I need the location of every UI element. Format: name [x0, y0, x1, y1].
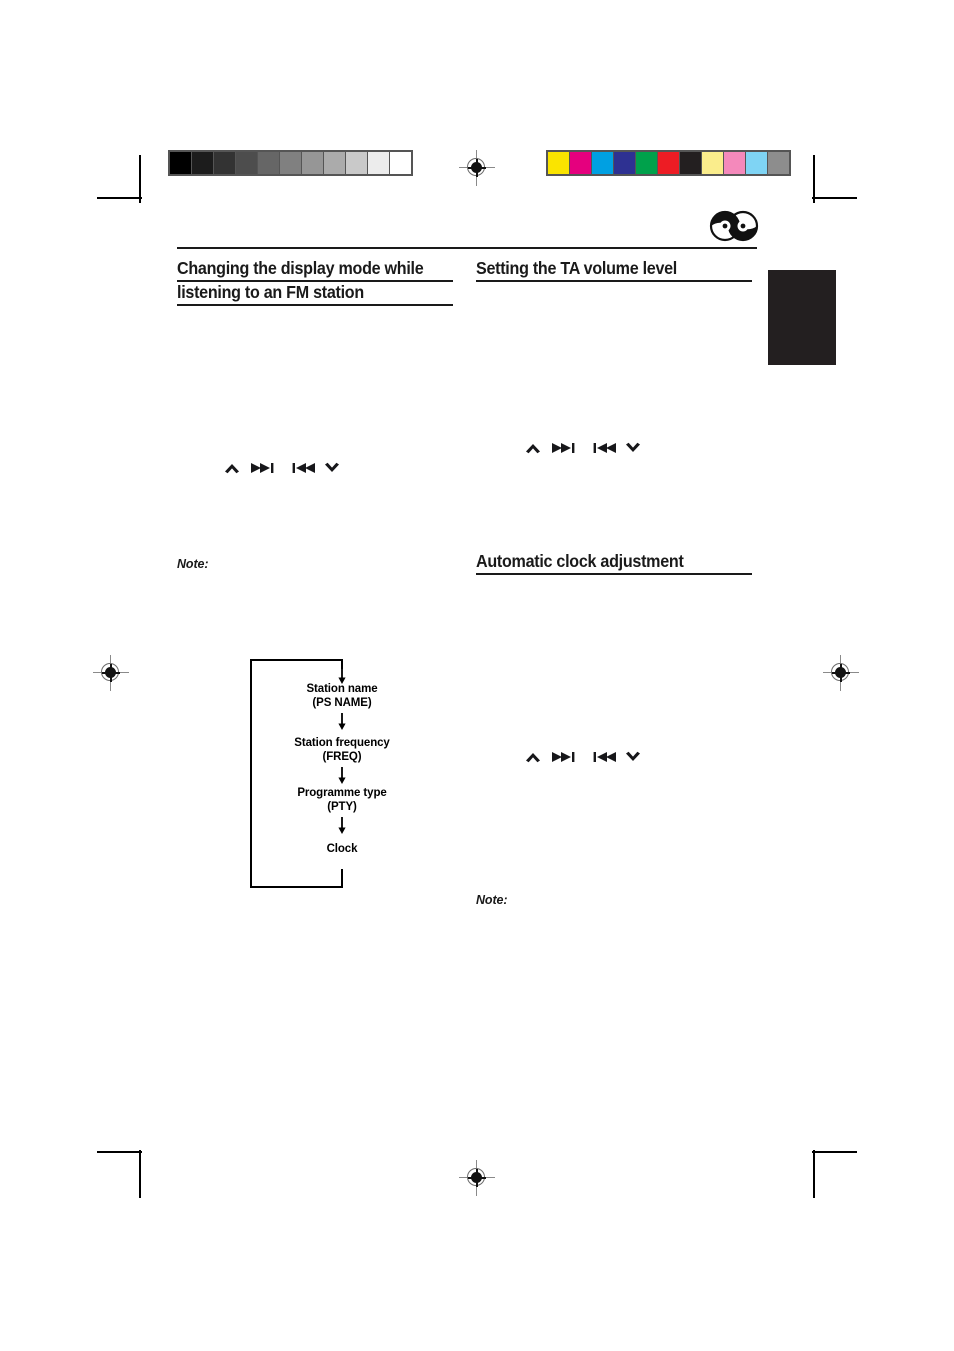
flow-node-line-1: Clock [326, 843, 358, 855]
grayscale-swatch-0 [170, 152, 191, 174]
skip-back-icon [593, 443, 616, 453]
grayscale-swatch-7 [324, 152, 345, 174]
crop-mark-top-left-horizontal [97, 197, 142, 199]
arrow-down-icon [336, 713, 348, 731]
flow-node-programme-type: Programme type (PTY) [242, 787, 442, 814]
skip-back-icon [292, 463, 315, 473]
registration-mark-top [459, 150, 495, 186]
heading-line-1: Changing the display mode while [177, 258, 453, 282]
crop-mark-top-right-horizontal [812, 197, 857, 199]
arrow-down-icon [336, 767, 348, 785]
color-swatch-3 [614, 152, 635, 174]
color-swatch-4 [636, 152, 657, 174]
registration-mark-right [823, 655, 859, 691]
flow-node-line-1: Station frequency [294, 737, 390, 749]
grayscale-swatch-3 [236, 152, 257, 174]
grayscale-swatch-5 [280, 152, 301, 174]
cycle-return-line [341, 869, 343, 888]
header-rule [177, 247, 757, 249]
crop-mark-bottom-left-horizontal [97, 1151, 142, 1153]
heading-text: Setting the TA volume level [476, 258, 752, 282]
chevron-down-icon [325, 462, 339, 472]
grayscale-swatch-8 [346, 152, 367, 174]
color-swatch-7 [702, 152, 723, 174]
color-calibration-bar [546, 150, 791, 176]
registration-mark-bottom [459, 1160, 495, 1196]
color-swatch-0 [548, 152, 569, 174]
crop-mark-bottom-right-vertical [813, 1150, 815, 1198]
chevron-down-icon [626, 751, 640, 761]
note-label-right: Note: [476, 893, 508, 907]
chevron-down-icon [626, 442, 640, 452]
registration-mark-left [93, 655, 129, 691]
flow-node-station-frequency: Station frequency (FREQ) [242, 737, 442, 764]
grayscale-swatch-10 [390, 152, 411, 174]
flow-node-clock: Clock [242, 843, 442, 857]
heading-line-2: listening to an FM station [177, 282, 453, 306]
skip-back-icon [593, 752, 616, 762]
color-swatch-9 [746, 152, 767, 174]
color-swatch-6 [680, 152, 701, 174]
crop-mark-top-right-vertical [813, 155, 815, 203]
heading-text: Automatic clock adjustment [476, 551, 752, 575]
color-swatch-2 [592, 152, 613, 174]
chevron-up-icon [526, 444, 540, 454]
flow-node-line-1: Programme type [297, 787, 387, 799]
note-label-left: Note: [177, 557, 209, 571]
heading-setting-ta-volume: Setting the TA volume level [476, 258, 752, 282]
crop-mark-top-left-vertical [139, 155, 141, 203]
crop-mark-bottom-right-horizontal [812, 1151, 857, 1153]
flow-node-line-1: Station name [306, 683, 378, 695]
jvc-rds-swirl-logo [709, 210, 759, 247]
heading-automatic-clock-adjustment: Automatic clock adjustment [476, 551, 752, 575]
flow-node-line-2: (PTY) [327, 800, 357, 813]
color-swatch-8 [724, 152, 745, 174]
grayscale-swatch-4 [258, 152, 279, 174]
color-swatch-5 [658, 152, 679, 174]
grayscale-swatch-9 [368, 152, 389, 174]
manual-page: Changing the display mode while listenin… [0, 0, 954, 1351]
heading-changing-display-mode: Changing the display mode while listenin… [177, 258, 453, 306]
color-swatch-10 [768, 152, 789, 174]
key-sequence-left [222, 459, 342, 477]
key-sequence-right-clock [523, 748, 643, 766]
skip-forward-icon [251, 463, 274, 473]
arrow-down-icon [336, 817, 348, 835]
skip-forward-icon [552, 752, 575, 762]
grayscale-swatch-2 [214, 152, 235, 174]
grayscale-calibration-bar [168, 150, 413, 176]
skip-forward-icon [552, 443, 575, 453]
display-mode-cycle-diagram: Station name (PS NAME) Station frequency… [250, 659, 450, 891]
section-thumb-tab [768, 270, 836, 365]
flow-node-station-name: Station name (PS NAME) [242, 683, 442, 710]
grayscale-swatch-1 [192, 152, 213, 174]
grayscale-swatch-6 [302, 152, 323, 174]
chevron-up-icon [526, 753, 540, 763]
chevron-up-icon [225, 464, 239, 474]
color-swatch-1 [570, 152, 591, 174]
flow-node-line-2: (FREQ) [322, 750, 362, 763]
flow-node-line-2: (PS NAME) [312, 696, 372, 709]
crop-mark-bottom-left-vertical [139, 1150, 141, 1198]
key-sequence-right-ta [523, 439, 643, 457]
